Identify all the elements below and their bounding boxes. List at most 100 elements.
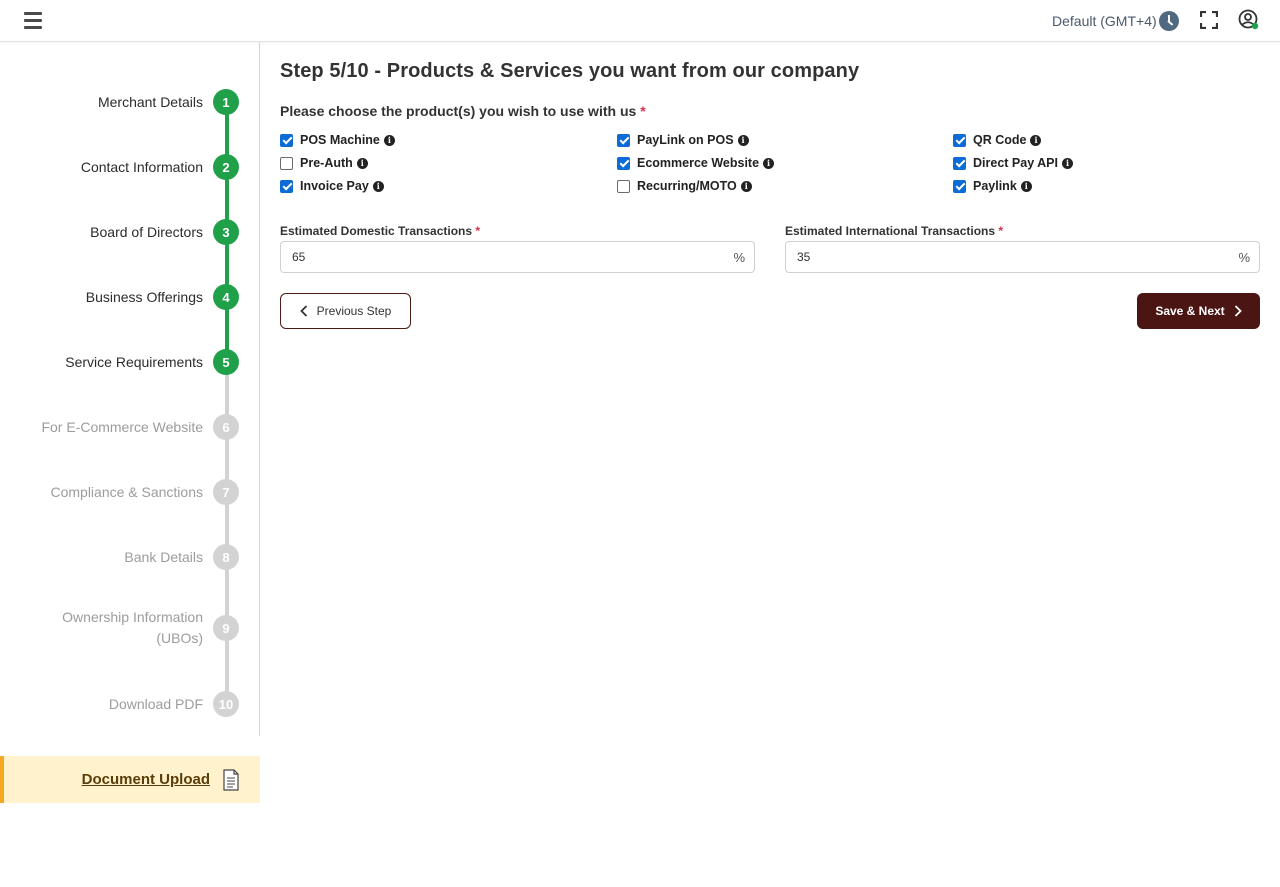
product-direct-pay-api[interactable]: Direct Pay API i (953, 156, 1073, 170)
top-bar: Default (GMT+4) (0, 0, 1280, 42)
save-next-label: Save & Next (1155, 304, 1225, 318)
step-number: 10 (213, 691, 239, 717)
step-ecommerce-website[interactable]: For E-Commerce Website 6 (41, 414, 239, 440)
product-qr-code[interactable]: QR Code i (953, 133, 1042, 147)
product-label: Paylink (973, 179, 1017, 193)
step-number: 7 (213, 479, 239, 505)
checkbox-checked[interactable] (953, 133, 966, 147)
product-paylink[interactable]: Paylink i (953, 179, 1032, 193)
product-label: Recurring/MOTO (637, 179, 737, 193)
info-icon[interactable]: i (737, 134, 749, 146)
step-label: Bank Details (124, 548, 203, 565)
step-contact-information[interactable]: Contact Information 2 (81, 154, 239, 180)
step-label: Download PDF (108, 695, 203, 712)
step-business-offerings[interactable]: Business Offerings 4 (86, 284, 239, 310)
checkbox-checked[interactable] (617, 156, 630, 170)
international-transactions-field[interactable]: % (785, 241, 1260, 273)
product-paylink-on-pos[interactable]: PayLink on POS i (617, 133, 749, 147)
product-label: Invoice Pay (300, 179, 369, 193)
step-service-requirements[interactable]: Service Requirements 5 (65, 349, 239, 375)
previous-step-label: Previous Step (316, 304, 392, 318)
previous-step-button[interactable]: Previous Step (280, 293, 411, 329)
step-label: Contact Information (80, 158, 203, 175)
step-number: 3 (213, 219, 239, 245)
step-label-line1: Ownership Information (62, 609, 203, 625)
info-icon[interactable]: i (1020, 180, 1032, 192)
step-label: Ownership Information (UBOs) (62, 607, 203, 649)
checkbox-unchecked[interactable] (280, 156, 293, 170)
clock-icon (1158, 11, 1179, 31)
product-pre-auth[interactable]: Pre-Auth i (280, 156, 368, 170)
percent-suffix: % (733, 250, 745, 265)
international-label-text: Estimated International Transactions (785, 224, 996, 238)
product-label: QR Code (973, 133, 1027, 147)
percent-suffix: % (1238, 250, 1250, 265)
step-label: For E-Commerce Website (41, 418, 203, 435)
step-label-line2: (UBOs) (156, 630, 203, 646)
checkbox-checked[interactable] (953, 179, 966, 193)
step-number: 8 (213, 544, 239, 570)
info-icon[interactable]: i (763, 157, 775, 169)
info-icon[interactable]: i (356, 157, 368, 169)
step-bank-details[interactable]: Bank Details 8 (124, 544, 239, 570)
international-transactions-input[interactable] (797, 250, 1197, 264)
domestic-transactions-field[interactable]: % (280, 241, 755, 273)
product-pos-machine[interactable]: POS Machine i (280, 133, 395, 147)
info-icon[interactable]: i (383, 134, 395, 146)
step-download-pdf[interactable]: Download PDF 10 (109, 691, 239, 717)
domestic-transactions-input[interactable] (292, 250, 692, 264)
step-label: Service Requirements (65, 353, 203, 370)
info-icon[interactable]: i (372, 180, 384, 192)
product-label: POS Machine (300, 133, 380, 147)
products-question-text: Please choose the product(s) you wish to… (280, 103, 637, 119)
step-compliance-sanctions[interactable]: Compliance & Sanctions 7 (50, 479, 239, 505)
step-label: Compliance & Sanctions (50, 483, 203, 500)
fullscreen-icon[interactable] (1200, 11, 1218, 29)
page-title: Step 5/10 - Products & Services you want… (280, 60, 860, 82)
domestic-label-text: Estimated Domestic Transactions (280, 224, 473, 238)
checkbox-checked[interactable] (953, 156, 966, 170)
required-mark: * (475, 224, 481, 238)
document-upload-label: Document Upload (81, 771, 210, 788)
step-number: 5 (213, 349, 239, 375)
domestic-transactions-label: Estimated Domestic Transactions * (280, 224, 480, 238)
step-number: 9 (213, 615, 239, 641)
info-icon[interactable]: i (1030, 134, 1042, 146)
product-ecommerce-website[interactable]: Ecommerce Website i (617, 156, 775, 170)
stepper-sidebar: Merchant Details 1 Contact Information 2… (0, 42, 260, 736)
chevron-left-icon (299, 305, 307, 317)
step-ownership-information[interactable]: Ownership Information (UBOs) 9 (62, 607, 239, 649)
hamburger-icon[interactable] (24, 12, 42, 29)
product-label: Direct Pay API (973, 156, 1058, 170)
timezone-label: Default (GMT+4) (1052, 13, 1157, 29)
step-number: 4 (213, 284, 239, 310)
chevron-right-icon (1234, 305, 1242, 317)
step-label: Business Offerings (85, 288, 203, 305)
products-checkbox-group: POS Machine i PayLink on POS i QR Code i… (280, 133, 1260, 203)
product-label: Ecommerce Website (637, 156, 760, 170)
checkbox-checked[interactable] (617, 133, 630, 147)
international-transactions-label: Estimated International Transactions * (785, 224, 1003, 238)
document-upload-link[interactable]: Document Upload (0, 756, 260, 803)
main-content: Step 5/10 - Products & Services you want… (280, 60, 1260, 329)
user-icon[interactable] (1238, 9, 1260, 31)
document-icon (223, 768, 239, 791)
step-number: 1 (213, 89, 239, 115)
product-invoice-pay[interactable]: Invoice Pay i (280, 179, 384, 193)
product-label: Pre-Auth (300, 156, 353, 170)
save-next-button[interactable]: Save & Next (1137, 293, 1260, 329)
info-icon[interactable]: i (1062, 157, 1073, 169)
timezone-selector[interactable]: Default (GMT+4) (1052, 11, 1179, 31)
required-mark: * (640, 103, 646, 119)
product-recurring-moto[interactable]: Recurring/MOTO i (617, 179, 752, 193)
product-label: PayLink on POS (637, 133, 734, 147)
step-board-of-directors[interactable]: Board of Directors 3 (90, 219, 239, 245)
step-label: Board of Directors (90, 223, 203, 240)
step-label: Merchant Details (97, 93, 203, 110)
step-merchant-details[interactable]: Merchant Details 1 (98, 89, 239, 115)
info-icon[interactable]: i (740, 180, 752, 192)
checkbox-checked[interactable] (280, 133, 293, 147)
checkbox-unchecked[interactable] (617, 179, 630, 193)
checkbox-checked[interactable] (280, 179, 293, 193)
products-question: Please choose the product(s) you wish to… (280, 103, 1260, 119)
